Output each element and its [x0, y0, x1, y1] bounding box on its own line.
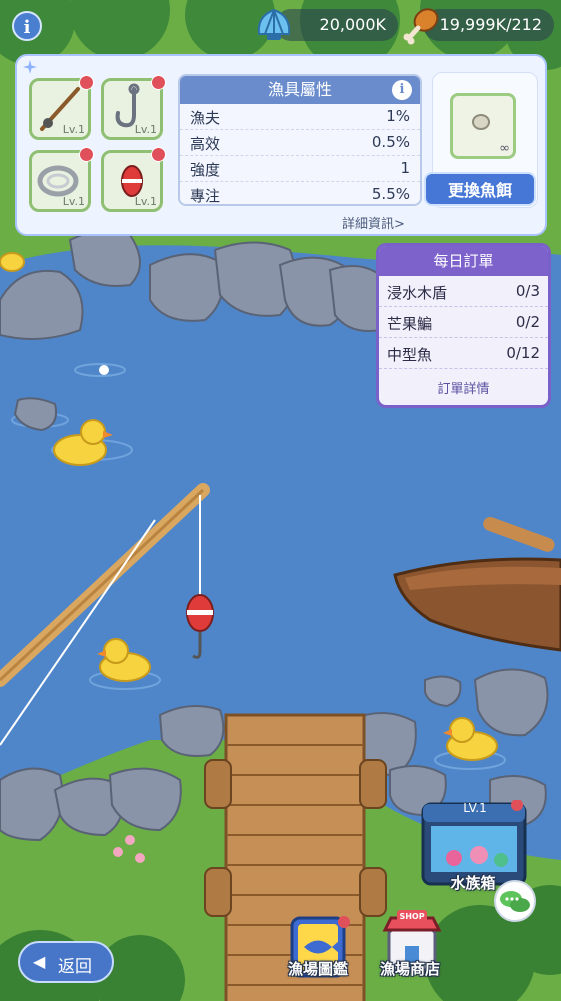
gear-slot-hook[interactable]: Lv.1: [101, 75, 166, 140]
gear-slot-reel[interactable]: Lv.1: [29, 147, 94, 212]
order-item-progress: 0/2: [515, 313, 540, 331]
stat-value: 0.5%: [371, 133, 410, 151]
attributes-info-icon[interactable]: i: [392, 80, 412, 100]
shell-amount: 20,000K: [319, 15, 386, 34]
notification-dot: [151, 147, 166, 162]
back-button[interactable]: ◀ 返回: [18, 941, 114, 983]
info-button[interactable]: i: [12, 11, 42, 41]
change-bait-button[interactable]: 更換魚餌: [424, 172, 536, 206]
sparkle-icon: [23, 60, 37, 74]
gear-attributes-title: 漁具屬性: [267, 80, 332, 99]
gear-slot-float[interactable]: Lv.1: [101, 147, 166, 212]
notification-dot: [79, 147, 94, 162]
shell-currency: 20,000K: [257, 8, 398, 41]
notification-dot: [79, 75, 94, 90]
gear-attributes: 漁具屬性 i 漁夫 1% 高效 0.5% 強度 1 專注 5.5%: [178, 74, 422, 206]
stat-name: 高效: [190, 135, 221, 153]
fish-guide-label[interactable]: 漁場圖鑑: [268, 958, 368, 979]
duckling: [0, 252, 25, 272]
daily-orders-title: 每日訂單: [379, 246, 548, 276]
order-item-progress: 0/12: [506, 344, 540, 362]
shop-sign-text: SHOP: [399, 912, 424, 921]
aquarium-level: LV.1: [463, 801, 487, 815]
stat-value: 1: [400, 159, 410, 177]
order-item-name: 芒果鯿: [387, 315, 433, 333]
bait-count: ∞: [499, 141, 510, 156]
shell-icon: [257, 8, 291, 40]
gear-level: Lv.1: [62, 195, 85, 208]
stat-value: 5.5%: [371, 185, 410, 203]
back-label: 返回: [58, 957, 92, 977]
stat-value: 1%: [386, 107, 410, 125]
gear-level: Lv.1: [134, 123, 157, 136]
stat-name: 專注: [190, 187, 221, 205]
arrow-left-icon: ◀: [33, 952, 46, 971]
shop-label[interactable]: 漁場商店: [360, 958, 460, 979]
order-row: 浸水木盾 0/3: [379, 276, 548, 307]
drumstick-icon: [403, 8, 439, 45]
stat-name: 漁夫: [190, 109, 221, 127]
food-currency: 19,999K/212: [403, 8, 554, 45]
notification-dot: [151, 75, 166, 90]
stat-row: 強度 1: [180, 156, 420, 182]
gear-panel: Lv.1 Lv.1 Lv.1 Lv.1 漁具屬性 i 漁夫 1% 高效 0.5%…: [15, 54, 547, 236]
order-item-progress: 0/3: [515, 282, 540, 300]
food-amount: 19,999K/212: [439, 15, 542, 34]
gear-attributes-header: 漁具屬性 i: [180, 76, 420, 104]
daily-orders-panel: 每日訂單 浸水木盾 0/3 芒果鯿 0/2 中型魚 0/12 訂單詳情: [376, 243, 551, 408]
stat-name: 強度: [190, 161, 221, 179]
order-row: 中型魚 0/12: [379, 338, 548, 369]
stat-row: 高效 0.5%: [180, 130, 420, 156]
stat-row: 漁夫 1%: [180, 104, 420, 130]
details-link[interactable]: 詳細資訊>: [342, 213, 405, 232]
gear-level: Lv.1: [134, 195, 157, 208]
gear-slot-rod[interactable]: Lv.1: [29, 75, 94, 140]
order-row: 芒果鯿 0/2: [379, 307, 548, 338]
order-details-link[interactable]: 訂單詳情: [379, 378, 548, 397]
order-item-name: 中型魚: [387, 346, 433, 364]
bait-slot[interactable]: ∞: [450, 93, 516, 159]
order-item-name: 浸水木盾: [387, 284, 448, 302]
stat-row: 專注 5.5%: [180, 182, 420, 205]
chat-icon[interactable]: [494, 880, 536, 922]
gear-level: Lv.1: [62, 123, 85, 136]
